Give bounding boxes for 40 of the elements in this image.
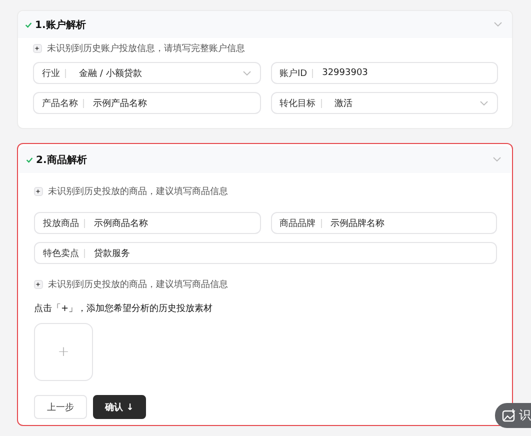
field-value: 激活 xyxy=(334,98,354,110)
field-value: 金融 / 小额贷款 xyxy=(78,68,143,80)
sparkle-icon xyxy=(34,187,43,196)
floating-button[interactable]: 识 xyxy=(495,403,531,428)
field-value: 示例商品名称 xyxy=(93,218,149,230)
select-field[interactable]: 转化目标 激活 xyxy=(270,92,498,114)
upload-prompt: 点击「+」，添加您希望分析的历史投放素材 xyxy=(34,302,214,315)
field-label: 特色卖点 xyxy=(43,248,79,260)
field-value: 示例产品名称 xyxy=(92,98,148,110)
field-label: 账户ID xyxy=(280,68,308,80)
field-label: 行业 xyxy=(42,68,60,80)
section-header[interactable]: 2.商品解析 xyxy=(19,146,511,173)
sparkle-icon xyxy=(34,280,43,289)
section-header[interactable]: 1.账户解析 xyxy=(18,11,512,38)
field-label: 产品名称 xyxy=(42,98,78,110)
input-field[interactable]: 投放商品 示例商品名称 xyxy=(34,212,260,234)
chevron-icon[interactable] xyxy=(494,22,502,27)
chevron-down-icon[interactable] xyxy=(242,70,250,76)
hint-text: 未识别到历史投放的商品，建议填写商品信息 xyxy=(48,186,228,198)
field-value: 贷款服务 xyxy=(93,248,131,260)
field-value: 示例品牌名称 xyxy=(330,218,386,230)
sparkle-icon xyxy=(33,44,42,53)
field-label: 转化目标 xyxy=(280,98,316,110)
input-field[interactable]: 产品名称 示例产品名称 xyxy=(33,92,260,114)
field-label: 商品品牌 xyxy=(280,218,316,230)
chevron-icon[interactable] xyxy=(493,157,501,162)
section-title: 1.账户解析 xyxy=(35,18,87,32)
select-field[interactable]: 行业 金融 / 小额贷款 xyxy=(33,62,260,84)
confirm-button[interactable]: 确认 ↓ xyxy=(93,395,146,419)
chevron-down-icon[interactable] xyxy=(480,100,488,106)
hint-text: 未识别到历史账户投放信息，请填写完整账户信息 xyxy=(47,42,245,55)
input-field[interactable]: 特色卖点 贷款服务 xyxy=(34,242,497,264)
back-button[interactable]: 上一步 xyxy=(34,395,87,419)
input-field[interactable]: 商品品牌 示例品牌名称 xyxy=(270,212,497,234)
hint-text: 未识别到历史投放的商品，建议填写商品信息 xyxy=(48,278,228,291)
image-icon xyxy=(502,409,516,422)
input-field[interactable]: 账户ID 32993903 xyxy=(270,62,498,84)
field-value: 32993903 xyxy=(321,68,369,78)
section-title: 2.商品解析 xyxy=(36,153,88,166)
field-label: 投放商品 xyxy=(43,218,79,230)
